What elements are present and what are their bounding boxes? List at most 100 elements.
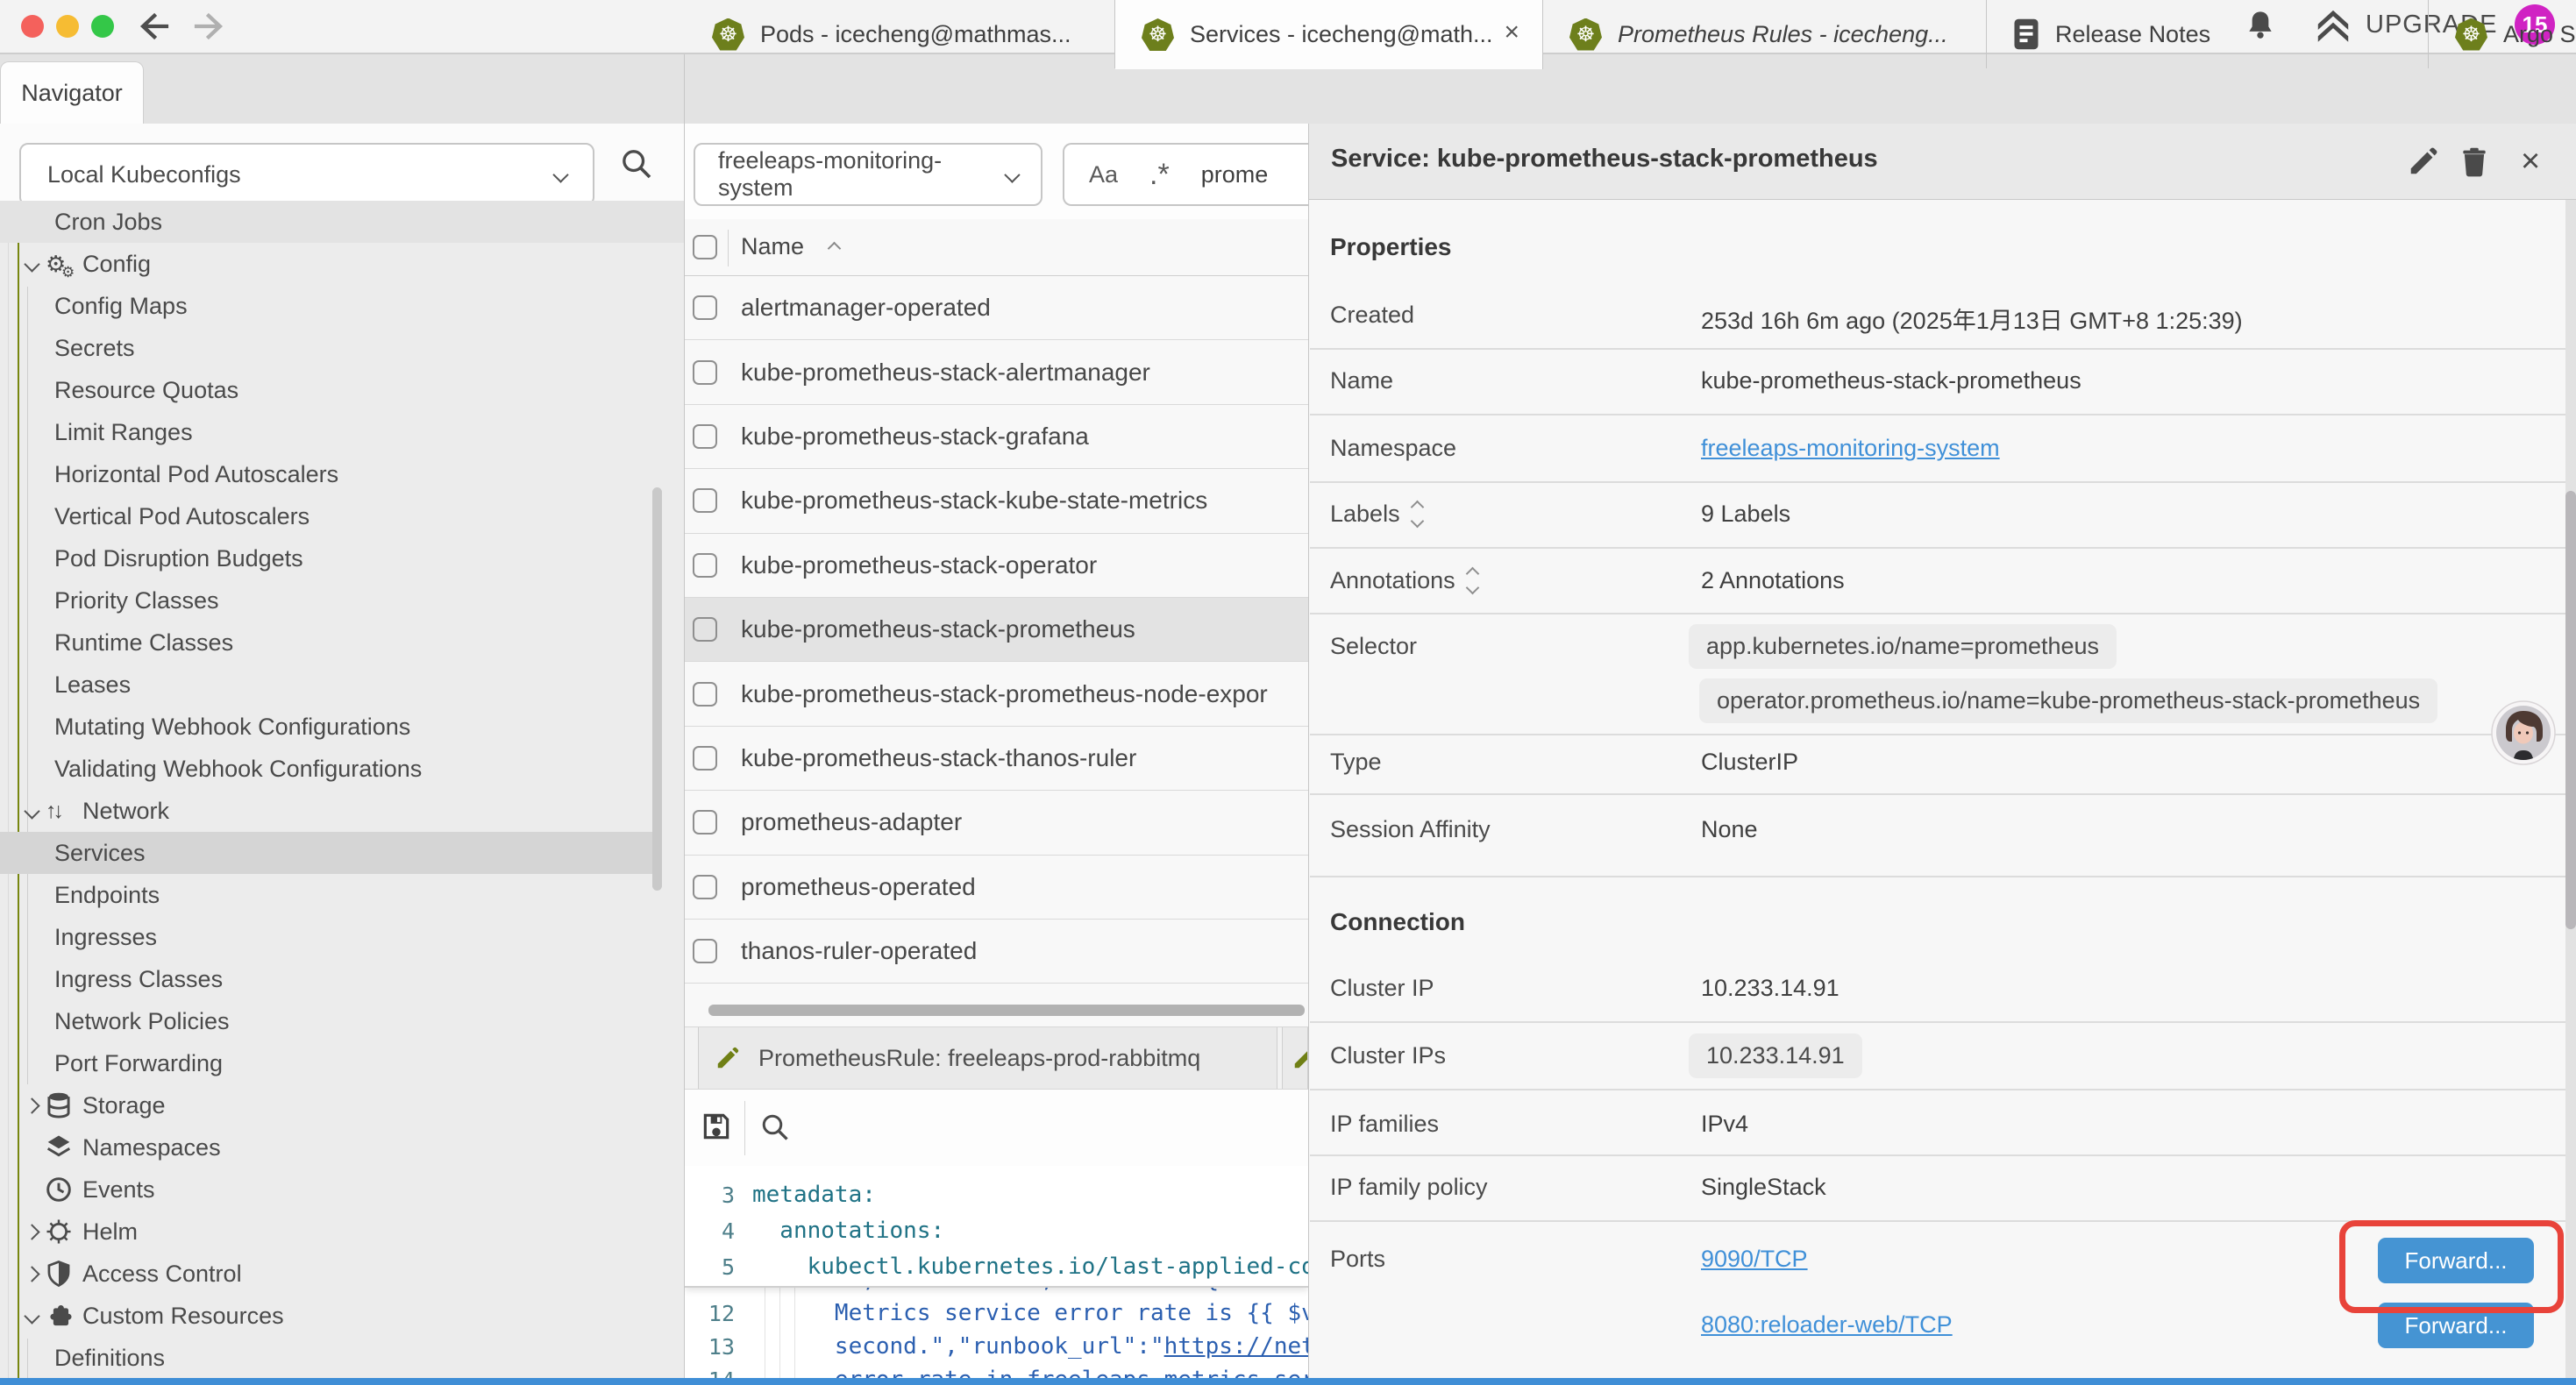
table-row[interactable]: thanos-ruler-operated: [685, 920, 1308, 984]
avatar[interactable]: [2490, 700, 2557, 766]
sidebar-item-namespaces[interactable]: Namespaces: [0, 1126, 684, 1168]
tab-services-active[interactable]: ☸ Services - icecheng@math... ×: [1115, 0, 1543, 69]
sidebar-item-port-forwarding[interactable]: Port Forwarding: [0, 1042, 684, 1084]
line-number: 12: [685, 1301, 735, 1326]
sidebar-item-endpoints[interactable]: Endpoints: [0, 874, 684, 916]
tab-argo[interactable]: ☸ Argo Se: [2429, 0, 2576, 68]
save-icon[interactable]: [700, 1110, 733, 1143]
horizontal-scrollbar[interactable]: [708, 1005, 1305, 1016]
row-checkbox[interactable]: [693, 617, 717, 642]
sidebar-item-cron-jobs[interactable]: Cron Jobs: [0, 201, 684, 243]
close-drawer-icon[interactable]: ×: [2521, 143, 2540, 181]
sidebar-item-config-maps[interactable]: Config Maps: [0, 285, 684, 327]
table-row[interactable]: kube-prometheus-stack-kube-state-metrics: [685, 469, 1308, 533]
yaml-editor[interactable]: 11 0", "for": "hm", "labels": {"service"…: [685, 1166, 1308, 1378]
sidebar-group-storage[interactable]: Storage: [0, 1084, 684, 1126]
sidebar-group-config[interactable]: ⚙⚙ Config: [0, 243, 684, 285]
row-checkbox[interactable]: [693, 810, 717, 835]
table-row[interactable]: prometheus-adapter: [685, 791, 1308, 855]
drawer-title: Service: kube-prometheus-stack-prometheu…: [1331, 145, 1878, 174]
sidebar-item-services[interactable]: Services: [0, 832, 652, 874]
minimize-window-button[interactable]: [56, 15, 79, 38]
sidebar-item-limit-ranges[interactable]: Limit Ranges: [0, 411, 684, 453]
regex-toggle[interactable]: .*: [1149, 158, 1170, 192]
table-row[interactable]: alertmanager-operated: [685, 276, 1308, 340]
row-checkbox[interactable]: [693, 424, 717, 449]
namespace-selector-value: freeleaps-monitoring-system: [718, 147, 1007, 202]
table-row[interactable]: kube-prometheus-stack-thanos-ruler: [685, 727, 1308, 791]
tab-pods[interactable]: ☸ Pods - icecheng@mathmas...: [686, 0, 1115, 68]
kubeconfig-selector[interactable]: Local Kubeconfigs: [19, 143, 594, 206]
service-name: kube-prometheus-stack-prometheus: [741, 615, 1135, 643]
service-name: alertmanager-operated: [741, 294, 991, 322]
match-case-toggle[interactable]: Aa: [1089, 161, 1118, 188]
code-text: metadata:: [735, 1182, 876, 1208]
table-row[interactable]: kube-prometheus-stack-prometheus-node-ex…: [685, 662, 1308, 726]
sort-ascending-icon[interactable]: [828, 242, 842, 256]
port-link[interactable]: 8080:reloader-web/TCP: [1701, 1311, 1953, 1339]
line-number: 13: [685, 1334, 735, 1360]
sidebar-item-events[interactable]: Events: [0, 1168, 684, 1211]
editor-search-icon[interactable]: [759, 1112, 791, 1143]
sidebar-item-ingresses[interactable]: Ingresses: [0, 916, 684, 958]
sidebar-item-pod-disruption-budgets[interactable]: Pod Disruption Budgets: [0, 537, 684, 579]
sidebar-group-custom-resources[interactable]: Custom Resources: [0, 1295, 684, 1337]
back-button[interactable]: [133, 10, 172, 43]
row-checkbox[interactable]: [693, 875, 717, 899]
search-input[interactable]: prome: [1201, 161, 1269, 188]
forward-port-button[interactable]: Forward...: [2378, 1303, 2534, 1348]
sidebar-item-vertical-pod-autoscalers[interactable]: Vertical Pod Autoscalers: [0, 495, 684, 537]
tab-prometheus-rules[interactable]: ☸ Prometheus Rules - icecheng...: [1543, 0, 1987, 68]
table-row[interactable]: kube-prometheus-stack-grafana: [685, 405, 1308, 469]
sidebar-item-resource-quotas[interactable]: Resource Quotas: [0, 369, 684, 411]
code-link[interactable]: https://net: [1164, 1333, 1308, 1360]
expand-collapse-icon[interactable]: [1468, 569, 1477, 593]
navigator-search-icon[interactable]: [619, 146, 654, 181]
expand-collapse-icon[interactable]: [1413, 502, 1422, 526]
row-checkbox[interactable]: [693, 295, 717, 320]
zoom-window-button[interactable]: [91, 15, 114, 38]
sidebar-item-priority-classes[interactable]: Priority Classes: [0, 579, 684, 621]
navigator-scrollbar[interactable]: [652, 487, 662, 891]
field-label-annotations[interactable]: Annotations: [1330, 567, 1477, 594]
row-checkbox[interactable]: [693, 682, 717, 707]
sidebar-group-access-control[interactable]: Access Control: [0, 1253, 684, 1295]
sidebar-item-runtime-classes[interactable]: Runtime Classes: [0, 621, 684, 664]
close-window-button[interactable]: [21, 15, 44, 38]
namespace-selector[interactable]: freeleaps-monitoring-system: [694, 143, 1042, 206]
sidebar-group-helm[interactable]: Helm: [0, 1211, 684, 1253]
drawer-scrollbar-thumb[interactable]: [2565, 491, 2576, 929]
table-row[interactable]: kube-prometheus-stack-operator: [685, 534, 1308, 598]
sidebar-group-network[interactable]: ↑↓ Network: [0, 790, 684, 832]
table-row-selected[interactable]: kube-prometheus-stack-prometheus: [685, 598, 1308, 662]
column-header-name[interactable]: Name: [741, 233, 804, 260]
forward-port-button[interactable]: Forward...: [2378, 1238, 2534, 1283]
sidebar-item-secrets[interactable]: Secrets: [0, 327, 684, 369]
forward-button[interactable]: [191, 10, 230, 43]
select-all-checkbox[interactable]: [693, 235, 717, 259]
row-checkbox[interactable]: [693, 939, 717, 963]
port-link[interactable]: 9090/TCP: [1701, 1246, 1808, 1273]
sidebar-item-definitions[interactable]: Definitions: [0, 1337, 684, 1379]
sidebar-item-leases[interactable]: Leases: [0, 664, 684, 706]
row-checkbox[interactable]: [693, 488, 717, 513]
row-checkbox[interactable]: [693, 553, 717, 578]
sidebar-item-network-policies[interactable]: Network Policies: [0, 1000, 684, 1042]
editor-tab-partial[interactable]: [1282, 1027, 1308, 1089]
edit-pencil-icon[interactable]: [2407, 145, 2440, 178]
editor-tab-active[interactable]: PrometheusRule: freeleaps-prod-rabbitmq: [698, 1027, 1277, 1089]
table-row[interactable]: kube-prometheus-stack-alertmanager: [685, 340, 1308, 404]
row-checkbox[interactable]: [693, 360, 717, 385]
namespace-link[interactable]: freeleaps-monitoring-system: [1701, 435, 2000, 462]
sidebar-item-horizontal-pod-autoscalers[interactable]: Horizontal Pod Autoscalers: [0, 453, 684, 495]
sidebar-item-mutating-webhook-configurations[interactable]: Mutating Webhook Configurations: [0, 706, 684, 748]
field-label-labels[interactable]: Labels: [1330, 501, 1422, 528]
table-row[interactable]: prometheus-operated: [685, 856, 1308, 920]
row-checkbox[interactable]: [693, 746, 717, 771]
sidebar-item-ingress-classes[interactable]: Ingress Classes: [0, 958, 684, 1000]
navigator-panel-tab[interactable]: Navigator: [0, 61, 144, 124]
delete-trash-icon[interactable]: [2458, 145, 2491, 178]
close-tab-icon[interactable]: ×: [1504, 18, 1519, 47]
sidebar-item-validating-webhook-configurations[interactable]: Validating Webhook Configurations: [0, 748, 684, 790]
tab-release-notes[interactable]: Release Notes: [1987, 0, 2429, 68]
